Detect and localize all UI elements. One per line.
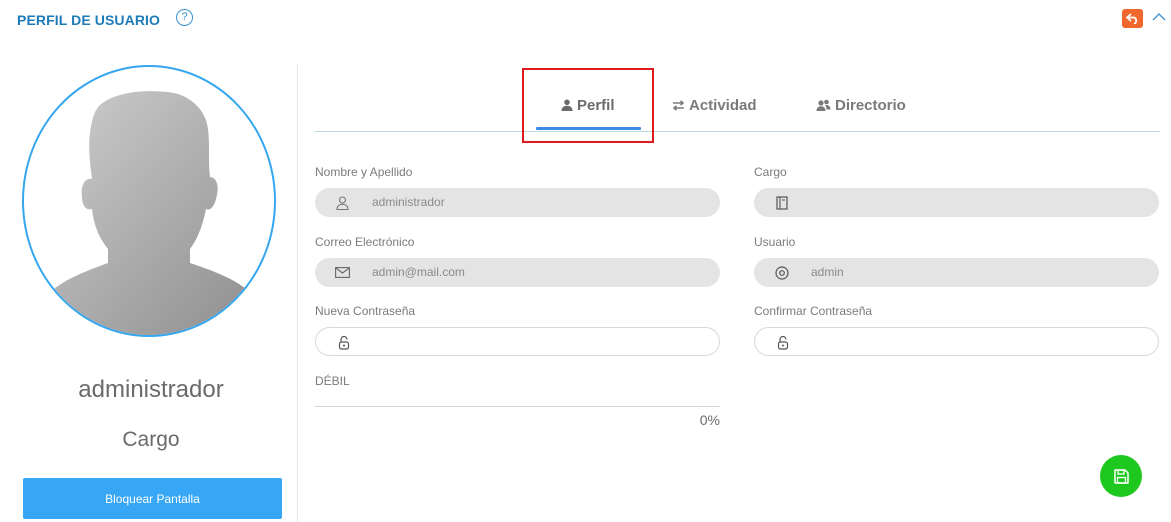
- undo-arrow-icon: [1126, 13, 1138, 24]
- save-button[interactable]: [1100, 455, 1142, 497]
- correo-field[interactable]: admin@mail.com: [315, 258, 720, 287]
- correo-value: admin@mail.com: [372, 265, 465, 279]
- highlight-annotation-box: [522, 68, 654, 143]
- user-outline-icon: [335, 195, 350, 210]
- back-button[interactable]: [1122, 9, 1143, 28]
- floppy-disk-icon: [1113, 468, 1129, 484]
- user-profile-panel: PERFIL DE USUARIO ? administrador Cargo …: [0, 0, 1171, 522]
- usuario-value: admin: [811, 265, 844, 279]
- unlock-icon: [336, 335, 351, 350]
- password-strength-bar: [315, 406, 720, 407]
- correo-label: Correo Electrónico: [315, 235, 415, 249]
- users-icon: [816, 99, 831, 111]
- usuario-field[interactable]: admin: [754, 258, 1159, 287]
- unlock-icon: [775, 335, 790, 350]
- usuario-label: Usuario: [754, 235, 796, 249]
- profile-cargo: Cargo: [122, 428, 180, 451]
- nombre-field[interactable]: administrador: [315, 188, 720, 217]
- cargo-label: Cargo: [754, 165, 787, 179]
- nueva-contrasena-field[interactable]: [315, 327, 720, 356]
- envelope-icon: [335, 265, 350, 280]
- book-icon: [774, 195, 789, 210]
- tab-directorio[interactable]: Directorio: [816, 94, 906, 116]
- tab-directorio-label: Directorio: [835, 96, 906, 114]
- default-user-silhouette-icon: [38, 91, 260, 335]
- confirmar-contrasena-label: Confirmar Contraseña: [754, 304, 873, 318]
- tab-actividad[interactable]: Actividad: [672, 94, 757, 116]
- profile-name: administrador: [78, 376, 224, 403]
- nueva-contrasena-label: Nueva Contraseña: [315, 304, 416, 318]
- page-title: PERFIL DE USUARIO: [17, 12, 161, 28]
- question-circle-icon[interactable]: ?: [176, 9, 193, 26]
- avatar: [22, 65, 276, 337]
- at-sign-icon: [774, 265, 789, 280]
- column-divider: [297, 64, 298, 522]
- exchange-arrows-icon: [672, 99, 685, 111]
- cargo-field[interactable]: [754, 188, 1159, 217]
- tabs-divider: [315, 131, 1160, 132]
- password-strength-percent: 0%: [699, 412, 720, 428]
- confirmar-contrasena-field[interactable]: [754, 327, 1159, 356]
- lock-screen-button[interactable]: Bloquear Pantalla: [23, 478, 282, 519]
- password-strength-label: DÉBIL: [315, 374, 350, 388]
- tab-actividad-label: Actividad: [689, 96, 757, 114]
- chevron-up-icon[interactable]: [1152, 12, 1166, 22]
- nombre-value: administrador: [372, 195, 445, 209]
- nombre-label: Nombre y Apellido: [315, 165, 413, 179]
